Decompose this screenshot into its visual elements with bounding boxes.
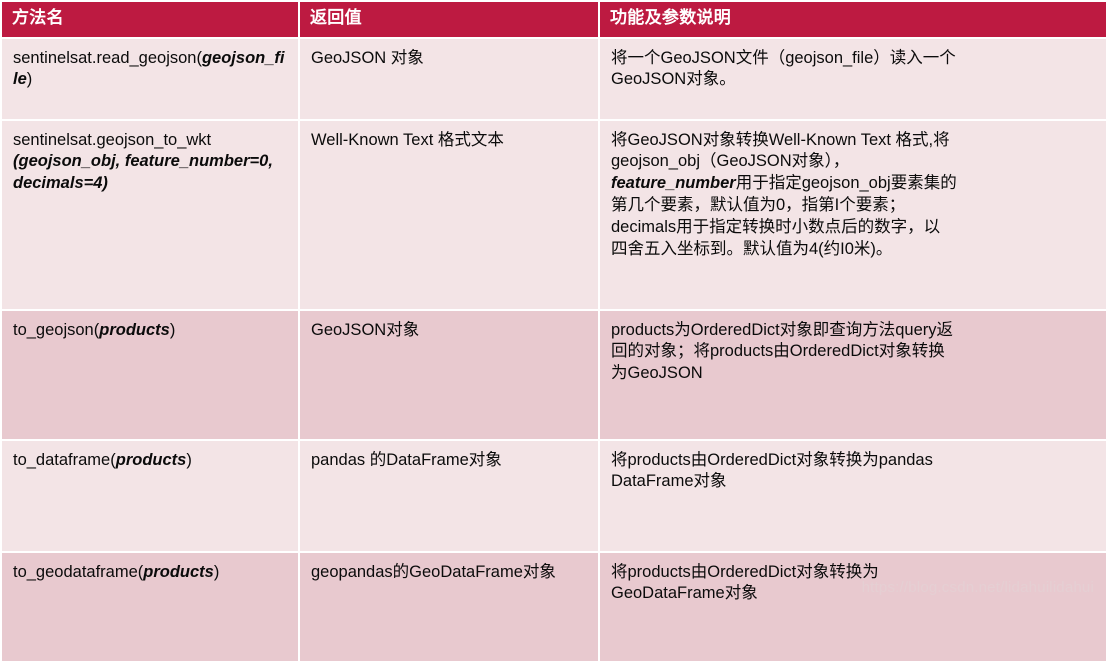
cell-method-name: sentinelsat.read_geojson(geojson_file) — [2, 38, 298, 119]
description-line: products为OrderedDict对象即查询方法query返 — [611, 320, 954, 339]
cell-return-value: geopandas的GeoDataFrame对象 — [300, 552, 598, 661]
description-line: geojson_obj（GeoJSON对象）， — [611, 152, 850, 171]
table-row: to_geojson(products) GeoJSON对象 products为… — [2, 310, 1106, 439]
column-header-method-name: 方法名 — [2, 2, 298, 37]
method-arg: products — [143, 562, 214, 581]
description-line: 为GeoJSON — [611, 364, 703, 383]
cell-description: 将products由OrderedDict对象转换为pandas DataFram… — [600, 440, 1106, 551]
description-line: DataFrame对象 — [611, 472, 727, 491]
cell-method-name: sentinelsat.geojson_to_wkt (geojson_obj, … — [2, 120, 298, 309]
api-reference-table-container: 方法名 返回值 功能及参数说明 sentinelsat.read_geojson… — [0, 0, 1106, 661]
cell-method-name: to_geojson(products) — [2, 310, 298, 439]
method-name-plain: to_dataframe( — [13, 450, 116, 469]
cell-return-value: Well-Known Text 格式文本 — [300, 120, 598, 309]
method-arg: products — [115, 450, 187, 469]
method-name-plain: to_geojson( — [13, 320, 100, 339]
method-name-plain: sentinelsat.geojson_to_wkt — [13, 130, 212, 149]
method-arg: (geojson_obj, feature_number=0, decimals… — [13, 152, 273, 193]
cell-description: products为OrderedDict对象即查询方法query返 回的对象；将p… — [600, 310, 1106, 439]
description-line-rest: 用于指定geojson_obj要素集的 — [735, 174, 957, 193]
description-line: decimals用于指定转换时小数点后的数字，以 — [611, 217, 941, 236]
method-tail: ) — [186, 450, 192, 469]
method-arg: products — [99, 320, 170, 339]
description-line: 将products由OrderedDict对象转换为pandas — [611, 450, 933, 469]
table-header: 方法名 返回值 功能及参数说明 — [2, 2, 1106, 37]
table-row: to_dataframe(products) pandas 的DataFrame… — [2, 440, 1106, 551]
cell-description: 将GeoJSON对象转换Well-Known Text 格式,将 geojson_… — [600, 120, 1106, 309]
description-line: 将一个GeoJSON文件（geojson_file）读入一个 — [611, 48, 956, 67]
cell-method-name: to_geodataframe(products) — [2, 552, 298, 661]
description-line: 第几个要素，默认值为0，指第I个要素； — [611, 195, 906, 214]
cell-method-name: to_dataframe(products) — [2, 440, 298, 551]
method-name-plain: sentinelsat.read_geojson( — [13, 48, 202, 67]
description-line: 将products由OrderedDict对象转换为 — [611, 562, 879, 581]
column-header-description: 功能及参数说明 — [600, 2, 1106, 37]
api-reference-table: 方法名 返回值 功能及参数说明 sentinelsat.read_geojson… — [0, 0, 1106, 663]
table-row: sentinelsat.geojson_to_wkt (geojson_obj, … — [2, 120, 1106, 309]
emphasized-param: feature_number — [611, 174, 736, 193]
table-row: to_geodataframe(products) geopandas的GeoD… — [2, 552, 1106, 661]
cell-description: 将一个GeoJSON文件（geojson_file）读入一个 GeoJSON对象。 — [600, 38, 1106, 119]
table-row: sentinelsat.read_geojson(geojson_file) G… — [2, 38, 1106, 119]
description-line-emphasized: feature_number用于指定geojson_obj要素集的 — [611, 173, 1101, 195]
method-name-plain: to_geodataframe( — [13, 562, 144, 581]
description-line: GeoJSON对象。 — [611, 70, 736, 89]
method-tail: ) — [26, 70, 33, 89]
description-line: 将GeoJSON对象转换Well-Known Text 格式,将 — [611, 130, 950, 149]
cell-description: 将products由OrderedDict对象转换为 GeoDataFrame对象 — [600, 552, 1106, 661]
description-line: 四舍五入坐标到。默认值为4(约I0米)。 — [611, 239, 893, 258]
method-tail: ) — [169, 320, 176, 339]
table-body: sentinelsat.read_geojson(geojson_file) G… — [2, 38, 1106, 661]
description-line: GeoDataFrame对象 — [611, 584, 758, 603]
description-line: 回的对象；将products由OrderedDict对象转换 — [611, 342, 945, 361]
table-header-row: 方法名 返回值 功能及参数说明 — [2, 2, 1106, 37]
cell-return-value: GeoJSON对象 — [300, 310, 598, 439]
cell-return-value: GeoJSON 对象 — [300, 38, 598, 119]
cell-return-value: pandas 的DataFrame对象 — [300, 440, 598, 551]
column-header-return-value: 返回值 — [300, 2, 598, 37]
method-tail: ) — [213, 562, 220, 581]
